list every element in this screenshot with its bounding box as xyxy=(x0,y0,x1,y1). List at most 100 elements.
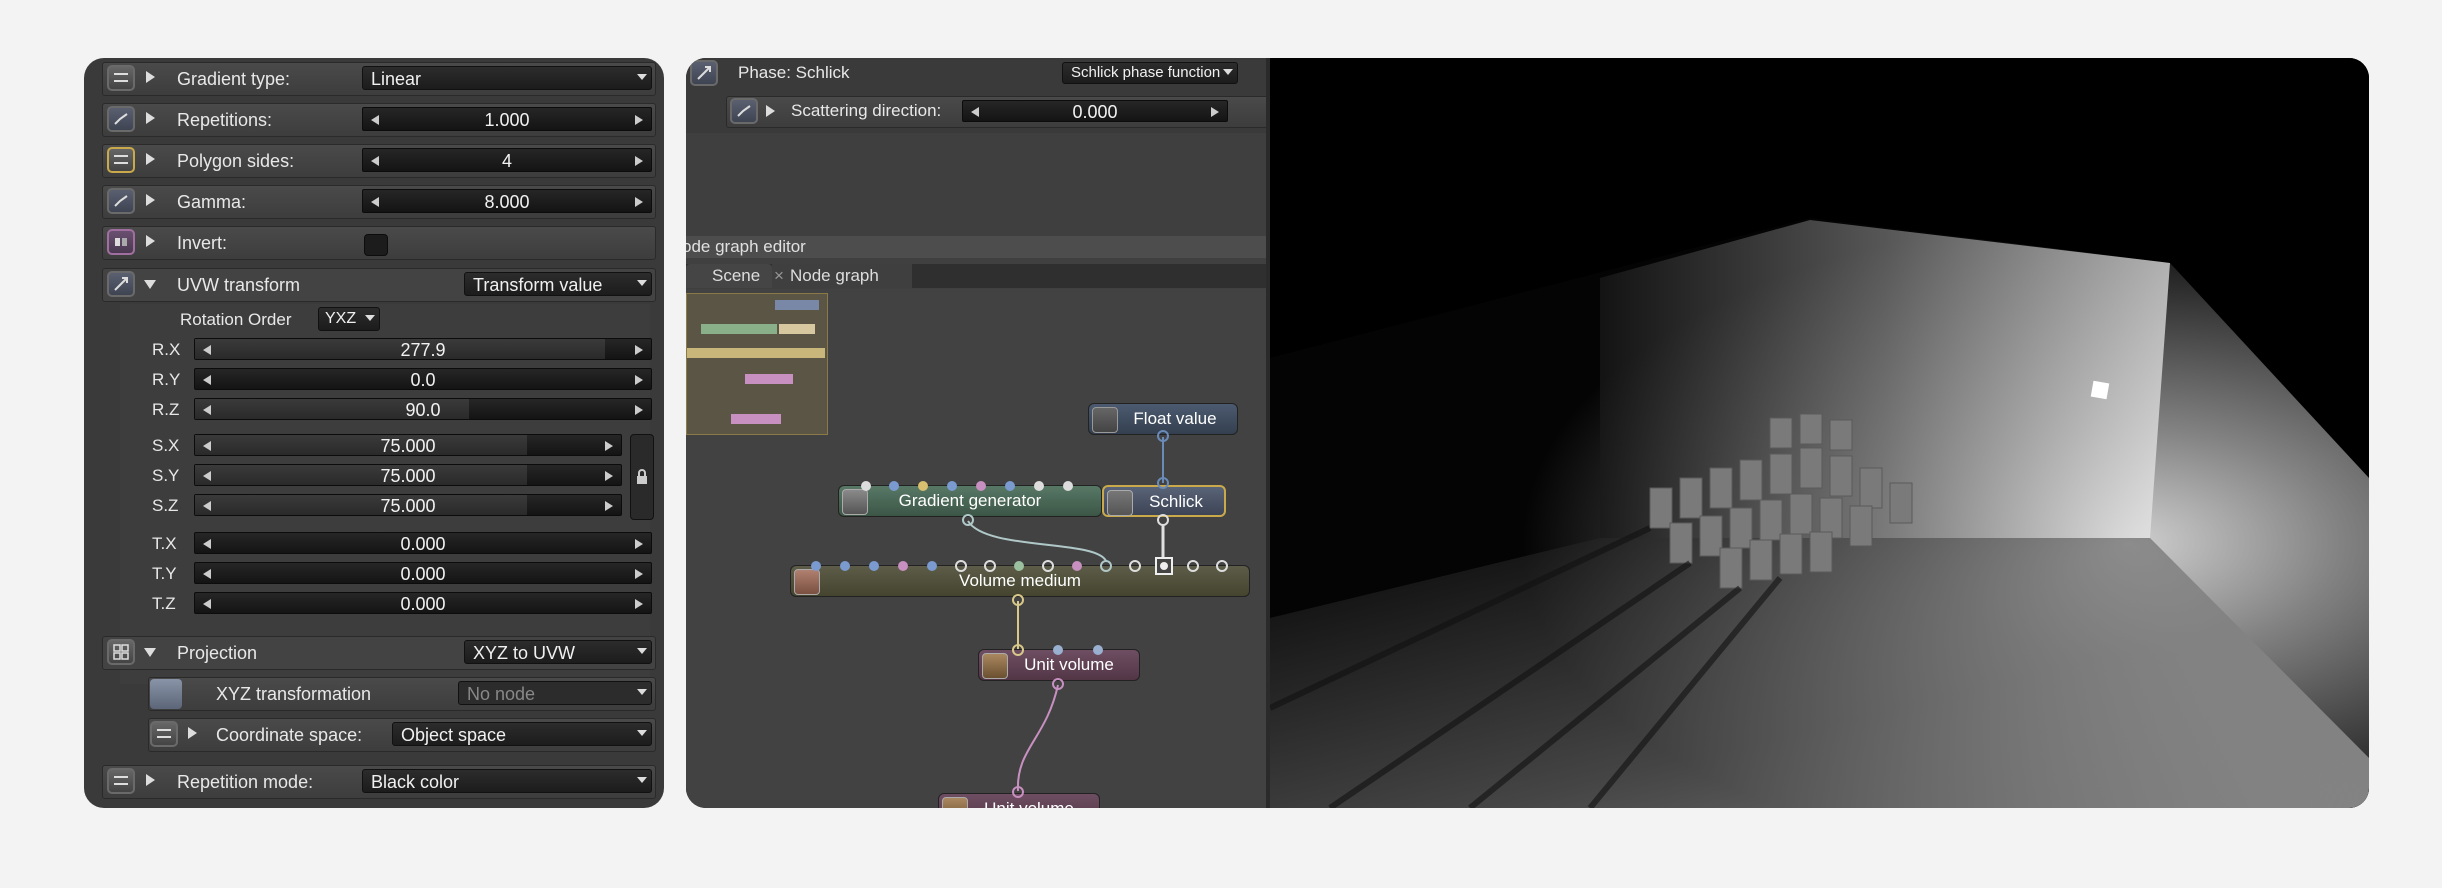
chevron-down-icon xyxy=(637,730,647,736)
phase-function-dropdown[interactable]: Schlick phase function xyxy=(1062,62,1238,84)
coordinate-space-dropdown[interactable]: Object space xyxy=(392,722,652,746)
editor-window: Phase: Schlick Schlick phase function Sc… xyxy=(686,58,2369,808)
pin-icon[interactable] xyxy=(150,721,178,747)
node-unit-volume-2[interactable]: Unit volume xyxy=(938,793,1100,808)
repetition-mode-dropdown[interactable]: Black color xyxy=(362,769,652,793)
volume-icon xyxy=(942,797,968,808)
increment-arrow-icon[interactable] xyxy=(635,599,643,609)
increment-arrow-icon[interactable] xyxy=(635,539,643,549)
xyz-transformation-row: XYZ transformation No node xyxy=(84,677,664,711)
attribute-panel: Gradient type: Linear Repetitions: 1.000… xyxy=(84,58,664,808)
scale-x-slider[interactable]: 75.000 xyxy=(194,434,622,456)
projection-label: Projection xyxy=(177,643,258,663)
node-graph-editor-title: ode graph editor xyxy=(686,237,806,256)
increment-arrow-icon[interactable] xyxy=(605,471,613,481)
gamma-slider[interactable]: 8.000 xyxy=(362,189,652,213)
expand-arrow-icon[interactable] xyxy=(146,235,155,247)
node-graph-canvas[interactable]: Float value Gradient generator Schlick V… xyxy=(686,289,1266,808)
xyz-transformation-dropdown[interactable]: No node xyxy=(458,681,652,705)
repetitions-label: Repetitions: xyxy=(177,110,273,130)
scattering-label: Scattering direction: xyxy=(791,101,942,120)
collapse-arrow-icon[interactable] xyxy=(144,648,156,657)
empty-area xyxy=(686,133,1266,236)
pin-icon[interactable] xyxy=(107,768,135,794)
increment-arrow-icon[interactable] xyxy=(635,115,643,125)
increment-arrow-icon[interactable] xyxy=(635,569,643,579)
scattering-slider[interactable]: 0.000 xyxy=(962,100,1228,122)
gradient-type-dropdown[interactable]: Linear xyxy=(362,66,652,90)
projection-dropdown[interactable]: XYZ to UVW xyxy=(464,640,652,664)
transform-icon xyxy=(1107,490,1133,516)
expand-arrow-icon[interactable] xyxy=(146,153,155,165)
node-unit-volume[interactable]: Unit volume xyxy=(978,649,1140,681)
gamma-row: Gamma: 8.000 xyxy=(84,185,664,219)
rotation-y-slider[interactable]: 0.0 xyxy=(194,368,652,390)
rotation-x-label: R.X xyxy=(152,340,181,359)
expand-arrow-icon[interactable] xyxy=(146,112,155,124)
rotation-z-slider[interactable]: 90.0 xyxy=(194,398,652,420)
coordinate-space-label: Coordinate space: xyxy=(216,725,363,745)
xyz-transformation-label: XYZ transformation xyxy=(216,684,372,704)
translation-y-slider[interactable]: 0.000 xyxy=(194,562,652,584)
uvw-transform-row: UVW transform Transform value xyxy=(84,268,664,302)
node-schlick[interactable]: Schlick xyxy=(1102,485,1226,517)
repetition-mode-label: Repetition mode: xyxy=(177,772,314,792)
expand-arrow-icon[interactable] xyxy=(188,727,197,739)
coordinate-space-row: Coordinate space: Object space xyxy=(84,718,664,752)
increment-arrow-icon[interactable] xyxy=(635,345,643,355)
repetitions-row: Repetitions: 1.000 xyxy=(84,103,664,137)
node-volume-medium[interactable]: Volume medium xyxy=(790,565,1250,597)
invert-checkbox[interactable] xyxy=(364,234,388,256)
chevron-down-icon xyxy=(637,689,647,695)
curve-pin-icon[interactable] xyxy=(730,98,758,124)
bool-pin-icon[interactable] xyxy=(107,229,135,255)
increment-arrow-icon[interactable] xyxy=(635,197,643,207)
increment-arrow-icon[interactable] xyxy=(605,501,613,511)
lock-icon xyxy=(637,469,647,484)
translation-y-label: T.Y xyxy=(152,564,177,583)
collapse-arrow-icon[interactable] xyxy=(144,280,156,289)
chevron-down-icon xyxy=(1223,69,1233,75)
render-viewport[interactable] xyxy=(1270,58,2369,808)
polygon-sides-slider[interactable]: 4 xyxy=(362,148,652,172)
tab-scene[interactable]: Scene xyxy=(686,264,772,288)
polygon-sides-row: Polygon sides: 4 xyxy=(84,144,664,178)
close-icon[interactable]: × xyxy=(774,266,784,286)
scale-z-slider[interactable]: 75.000 xyxy=(194,494,622,516)
input-pin-icon[interactable] xyxy=(150,679,182,709)
scale-x-label: S.X xyxy=(152,436,180,455)
node-float-value[interactable]: Float value xyxy=(1088,403,1238,435)
repetitions-slider[interactable]: 1.000 xyxy=(362,107,652,131)
increment-arrow-icon[interactable] xyxy=(605,441,613,451)
scale-y-label: S.Y xyxy=(152,466,180,485)
node-editor-tabs: Scene × Node graph xyxy=(686,264,1266,288)
transform-pin-icon[interactable] xyxy=(107,271,135,297)
expand-arrow-icon[interactable] xyxy=(146,71,155,83)
expand-arrow-icon[interactable] xyxy=(766,105,775,117)
expand-arrow-icon[interactable] xyxy=(146,194,155,206)
rotation-z-label: R.Z xyxy=(152,400,180,419)
transform-pin-icon[interactable] xyxy=(690,60,718,86)
pin-icon[interactable] xyxy=(107,65,135,91)
chevron-down-icon xyxy=(365,315,375,321)
curve-pin-icon[interactable] xyxy=(107,106,135,132)
uvw-transform-dropdown[interactable]: Transform value xyxy=(464,272,652,296)
rotation-order-dropdown[interactable]: YXZ xyxy=(318,307,380,331)
projection-pin-icon[interactable] xyxy=(107,639,135,665)
increment-arrow-icon[interactable] xyxy=(635,156,643,166)
chevron-down-icon xyxy=(637,777,647,783)
increment-arrow-icon[interactable] xyxy=(1211,107,1219,117)
node-gradient-generator[interactable]: Gradient generator xyxy=(838,485,1102,517)
increment-arrow-icon[interactable] xyxy=(635,405,643,415)
lock-scale-toggle[interactable] xyxy=(630,434,654,520)
tab-node-graph[interactable]: × Node graph xyxy=(772,264,912,288)
expand-arrow-icon[interactable] xyxy=(146,774,155,786)
pin-icon[interactable] xyxy=(107,147,135,173)
translation-z-slider[interactable]: 0.000 xyxy=(194,592,652,614)
curve-pin-icon[interactable] xyxy=(107,188,135,214)
increment-arrow-icon[interactable] xyxy=(635,375,643,385)
translation-x-slider[interactable]: 0.000 xyxy=(194,532,652,554)
translation-x-label: T.X xyxy=(152,534,177,553)
scale-y-slider[interactable]: 75.000 xyxy=(194,464,622,486)
rotation-x-slider[interactable]: 277.9 xyxy=(194,338,652,360)
